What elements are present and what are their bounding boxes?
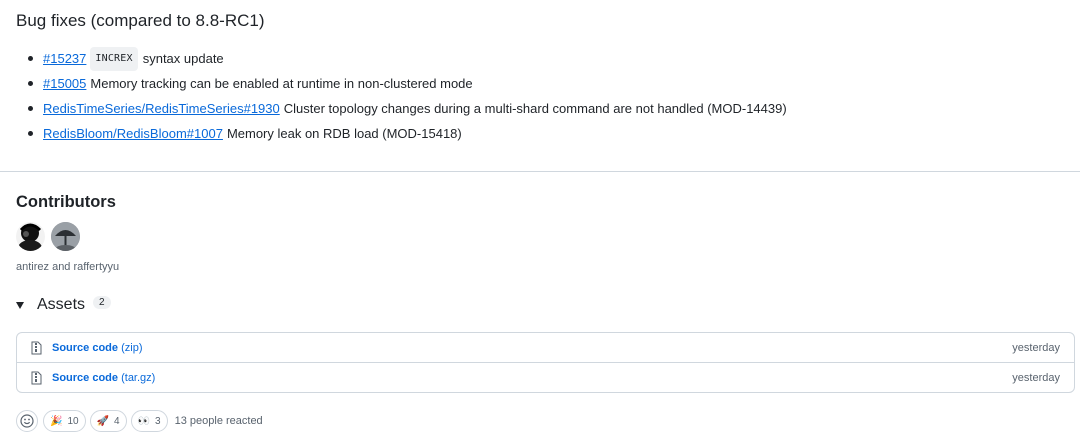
bug-fixes-list: #15237 INCREX syntax update #15005 Memor… xyxy=(28,46,787,146)
bullet-icon xyxy=(28,106,33,111)
avatar-image xyxy=(16,222,45,251)
asset-ext: (zip) xyxy=(121,341,143,354)
contributor-names: antirez and raffertyyu xyxy=(16,261,120,273)
bug-description: Cluster topology changes during a multi-… xyxy=(283,100,787,116)
bug-fixes-title: Bug fixes (compared to 8.8-RC1) xyxy=(16,11,265,30)
hooray-icon: 🎉 xyxy=(50,415,63,427)
list-item: RedisBloom/RedisBloom#1007 Memory leak o… xyxy=(28,121,787,146)
issue-link[interactable]: #15237 xyxy=(43,48,86,70)
asset-name: Source code xyxy=(52,341,119,354)
code-snippet: INCREX xyxy=(90,46,138,71)
asset-name: Source code xyxy=(52,372,119,384)
file-zip-icon xyxy=(31,371,42,385)
bug-fixes-section: Bug fixes (compared to 8.8-RC1) #15237 I… xyxy=(0,0,1080,172)
avatar-antirez[interactable] xyxy=(16,222,45,251)
reaction-hooray-button[interactable]: 🎉 10 xyxy=(43,410,86,432)
reactions-bar: 🎉 10 🚀 4 👀 3 13 people reacted xyxy=(16,410,263,432)
rocket-icon: 🚀 xyxy=(96,415,110,427)
reaction-count: 3 xyxy=(155,415,161,427)
list-item: #15237 INCREX syntax update xyxy=(28,46,787,71)
eyes-icon: 👀 xyxy=(137,415,151,427)
bug-description: syntax update xyxy=(142,50,224,66)
asset-date: yesterday xyxy=(1012,341,1060,354)
issue-link[interactable]: RedisBloom/RedisBloom#1007 xyxy=(43,123,223,145)
bullet-icon xyxy=(28,131,33,136)
contributors-title: Contributors xyxy=(16,193,116,211)
avatar-raffertyyu[interactable] xyxy=(51,222,80,251)
asset-link-targz[interactable]: Source code (tar.gz) xyxy=(52,372,155,384)
list-item: #15005 Memory tracking can be enabled at… xyxy=(28,71,787,96)
assets-count-badge: 2 xyxy=(93,296,111,309)
add-reaction-button[interactable] xyxy=(16,410,38,432)
bullet-icon xyxy=(28,56,33,61)
assets-title: Assets xyxy=(37,296,86,313)
reaction-count: 4 xyxy=(114,415,120,427)
issue-link[interactable]: RedisTimeSeries/RedisTimeSeries#1930 xyxy=(43,98,280,120)
assets-toggle[interactable]: Assets 2 xyxy=(16,296,111,314)
list-item: RedisTimeSeries/RedisTimeSeries#1930 Clu… xyxy=(28,96,787,121)
bug-description: Memory leak on RDB load (MOD-15418) xyxy=(226,125,462,141)
caret-down-icon xyxy=(16,301,24,309)
assets-list: Source code (zip) yesterday Source code … xyxy=(16,332,1075,393)
asset-row: Source code (tar.gz) yesterday xyxy=(17,363,1074,393)
bug-description: Memory tracking can be enabled at runtim… xyxy=(90,75,473,91)
reactions-summary: 13 people reacted xyxy=(174,415,263,427)
asset-date: yesterday xyxy=(1012,372,1060,384)
issue-link[interactable]: #15005 xyxy=(43,73,86,95)
smiley-icon xyxy=(20,414,34,428)
reaction-eyes-button[interactable]: 👀 3 xyxy=(130,410,168,432)
avatar-image xyxy=(51,222,80,251)
bullet-icon xyxy=(28,81,33,86)
reaction-rocket-button[interactable]: 🚀 4 xyxy=(89,410,127,432)
asset-row: Source code (zip) yesterday xyxy=(17,333,1074,363)
reaction-count: 10 xyxy=(67,415,79,427)
file-zip-icon xyxy=(31,341,42,355)
asset-ext: (tar.gz) xyxy=(121,372,156,384)
asset-link-zip[interactable]: Source code (zip) xyxy=(52,342,142,354)
